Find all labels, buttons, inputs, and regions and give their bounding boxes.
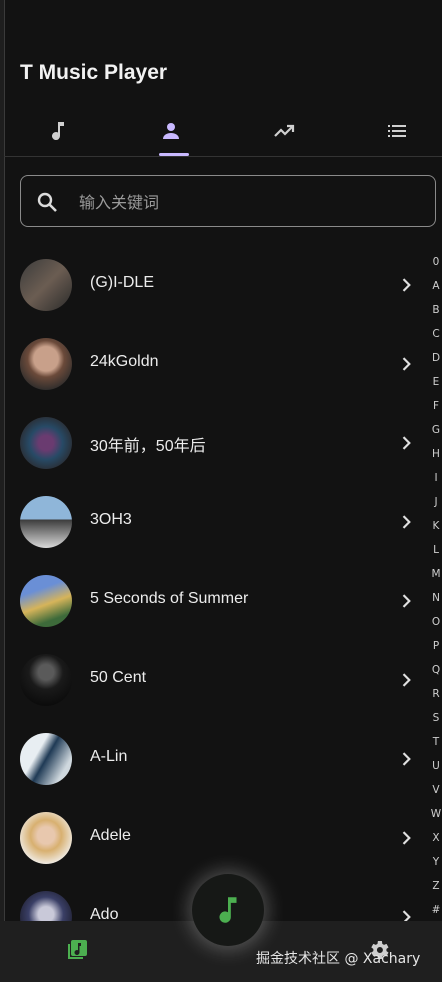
avatar [20,812,72,864]
artist-row[interactable]: 3OH3 [4,483,416,562]
person-icon [163,123,179,139]
alpha-letter[interactable]: U [424,754,442,778]
chevron-right-icon [402,278,411,292]
app-title: T Music Player [20,61,168,84]
avatar [20,654,72,706]
artist-row[interactable]: A-Lin [4,720,416,799]
artist-row[interactable]: 30年前，50年后 [4,404,416,483]
artist-name: 30年前，50年后 [90,438,206,455]
artist-name: Adele [90,827,131,844]
now-playing-button[interactable] [192,874,264,946]
alpha-letter[interactable]: J [424,490,442,514]
alpha-letter[interactable]: S [424,706,442,730]
alpha-letter[interactable]: G [424,418,442,442]
avatar [20,733,72,785]
artist-row[interactable]: Adele [4,799,416,878]
alpha-letter[interactable]: K [424,514,442,538]
alpha-letter[interactable]: O [424,610,442,634]
alpha-letter[interactable]: I [424,466,442,490]
avatar [20,496,72,548]
artist-row[interactable]: (G)I-DLE [4,246,416,325]
tab-songs[interactable] [29,108,87,156]
alpha-letter[interactable]: T [424,730,442,754]
alpha-letter[interactable]: D [424,346,442,370]
alpha-letter[interactable]: X [424,826,442,850]
alpha-letter[interactable]: Z [424,874,442,898]
artist-name: 50 Cent [90,669,147,686]
alpha-letter[interactable]: 0 [424,250,442,274]
list-icon [388,125,406,137]
search-icon [37,192,57,212]
artist-row[interactable]: 24kGoldn [4,325,416,404]
tab-playlists[interactable] [368,108,426,156]
alphabet-index[interactable]: 0 A B C D E F G H I J K L M N O P Q R S … [424,250,442,922]
library-music-icon[interactable] [65,938,89,962]
chevron-right-icon [402,436,411,450]
artist-row[interactable]: 5 Seconds of Summer [4,562,416,641]
artist-name: (G)I-DLE [90,274,154,291]
artist-name: 3OH3 [90,511,132,528]
avatar [20,417,72,469]
alpha-letter[interactable]: V [424,778,442,802]
music-note-icon [52,122,64,141]
chevron-right-icon [402,594,411,608]
alpha-letter[interactable]: R [424,682,442,706]
artist-name: 5 Seconds of Summer [90,590,249,607]
music-note-icon [219,897,237,923]
alpha-letter[interactable]: C [424,322,442,346]
alpha-letter[interactable]: M [424,562,442,586]
alpha-letter[interactable]: W [424,802,442,826]
alpha-letter[interactable]: F [424,394,442,418]
alpha-letter[interactable]: Q [424,658,442,682]
tab-bar [4,108,442,157]
search-box[interactable] [20,175,436,227]
artist-name: A-Lin [90,748,128,765]
alpha-letter[interactable]: A [424,274,442,298]
chevron-right-icon [402,831,411,845]
trending-up-icon [274,124,295,137]
alpha-letter[interactable]: B [424,298,442,322]
tab-artists[interactable] [142,108,200,156]
chevron-right-icon [402,515,411,529]
alpha-letter[interactable]: # [424,898,442,922]
alpha-letter[interactable]: L [424,538,442,562]
tab-indicator [159,153,189,156]
tab-trending[interactable] [255,108,313,156]
chevron-right-icon [402,673,411,687]
artist-name: 24kGoldn [90,353,159,370]
artist-list: (G)I-DLE 24kGoldn 30年前，50年后 3OH3 5 Secon… [4,246,416,957]
alpha-letter[interactable]: H [424,442,442,466]
avatar [20,338,72,390]
chevron-right-icon [402,357,411,371]
avatar [20,575,72,627]
artist-row[interactable]: 50 Cent [4,641,416,720]
alpha-letter[interactable]: N [424,586,442,610]
alpha-letter[interactable]: P [424,634,442,658]
chevron-right-icon [402,752,411,766]
search-input[interactable] [77,188,421,216]
watermark-text: 掘金技术社区 @ Xachary [256,951,421,967]
avatar [20,259,72,311]
alpha-letter[interactable]: E [424,370,442,394]
alpha-letter[interactable]: Y [424,850,442,874]
